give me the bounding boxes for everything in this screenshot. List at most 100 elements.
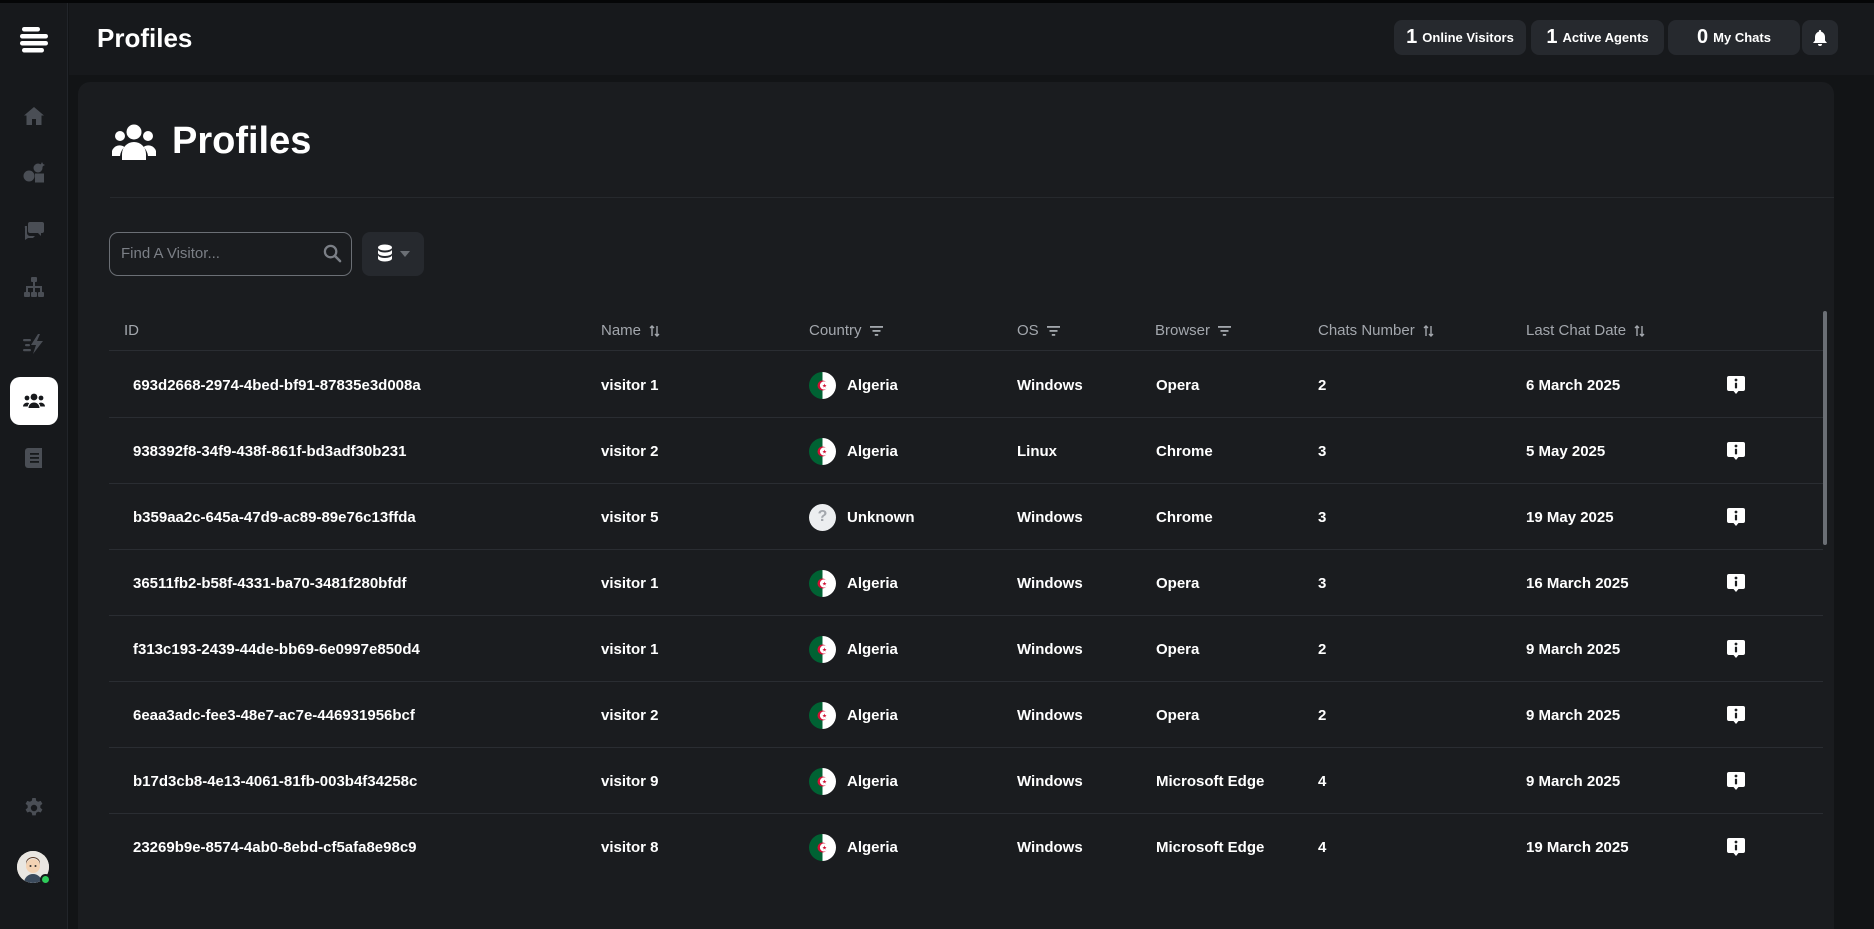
name-text: visitor 8 — [601, 838, 659, 856]
column-header-last-chat-date[interactable]: Last Chat Date — [1526, 322, 1645, 339]
chats-text: 4 — [1318, 838, 1327, 856]
column-header-browser[interactable]: Browser — [1155, 322, 1232, 339]
table-row[interactable]: 693d2668-2974-4bed-bf91-87835e3d008a vis… — [109, 352, 1823, 418]
browser-text: Opera — [1156, 640, 1200, 658]
browser-text: Chrome — [1156, 508, 1213, 526]
id-text: 36511fb2-b58f-4331-ba70-3481f280bfdf — [133, 574, 407, 592]
divider — [110, 197, 1834, 198]
visitor-name: visitor 2 — [601, 682, 659, 748]
visitor-name: visitor 5 — [601, 484, 659, 550]
visitor-info-button[interactable] — [1726, 616, 1746, 682]
database-icon — [377, 244, 392, 262]
chats-number: 2 — [1318, 352, 1326, 418]
country-text: Unknown — [847, 508, 915, 526]
visitor-info-button[interactable] — [1726, 814, 1746, 874]
chats-text: 4 — [1318, 772, 1327, 790]
last-chat-date: 6 March 2025 — [1526, 352, 1620, 418]
table-scrollbar[interactable] — [1823, 311, 1827, 545]
country-text: Algeria — [847, 376, 898, 394]
sidebar-item-profiles[interactable] — [10, 377, 58, 425]
sidebar-item-home[interactable] — [10, 92, 58, 140]
active-agents-count: 1 — [1546, 26, 1558, 48]
column-header-os[interactable]: OS — [1017, 322, 1060, 339]
table-row[interactable]: 23269b9e-8574-4ab0-8ebd-cf5afa8e98c9 vis… — [109, 814, 1823, 874]
visitor-info-button[interactable] — [1726, 550, 1746, 616]
algeria-flag-icon — [809, 833, 836, 861]
last-chat-date: 19 May 2025 — [1526, 484, 1614, 550]
user-avatar[interactable] — [17, 851, 51, 885]
my-chats-button[interactable]: 0 My Chats — [1668, 20, 1800, 55]
visitor-info-button[interactable] — [1726, 682, 1746, 748]
chats-number: 4 — [1318, 748, 1326, 814]
page-heading: Profiles — [112, 120, 311, 163]
visitor-browser: Chrome — [1156, 484, 1213, 550]
country-text: Algeria — [847, 640, 898, 658]
table-row[interactable]: b17d3cb8-4e13-4061-81fb-003b4f34258c vis… — [109, 748, 1823, 814]
visitor-browser: Opera — [1156, 352, 1199, 418]
id-text: b17d3cb8-4e13-4061-81fb-003b4f34258c — [133, 772, 418, 790]
sidebar — [0, 3, 68, 929]
visitor-id: 23269b9e-8574-4ab0-8ebd-cf5afa8e98c9 — [133, 814, 417, 874]
notifications-button[interactable] — [1802, 20, 1838, 55]
filter-icon — [1046, 325, 1060, 336]
chats-text: 2 — [1318, 640, 1327, 658]
info-chat-icon — [1727, 508, 1745, 526]
online-visitors-label: Online Visitors — [1422, 30, 1514, 45]
table-row[interactable]: f313c193-2439-44de-bb69-6e0997e850d4 vis… — [109, 616, 1823, 682]
database-dropdown-button[interactable] — [362, 232, 424, 276]
online-visitors-button[interactable]: 1 Online Visitors — [1394, 20, 1526, 55]
algeria-flag-icon — [809, 767, 836, 795]
last-chat-date: 9 March 2025 — [1526, 682, 1620, 748]
last-chat-date: 16 March 2025 — [1526, 550, 1629, 616]
visitor-name: visitor 9 — [601, 748, 659, 814]
visitor-info-button[interactable] — [1726, 484, 1746, 550]
sidebar-item-settings[interactable] — [10, 784, 58, 832]
last-chat-text: 9 March 2025 — [1526, 640, 1621, 658]
column-header-country[interactable]: Country — [809, 322, 883, 339]
browser-text: Opera — [1156, 376, 1200, 394]
table-row[interactable]: 6eaa3adc-fee3-48e7-ac7e-446931956bcf vis… — [109, 682, 1823, 748]
last-chat-text: 6 March 2025 — [1526, 376, 1621, 394]
algeria-flag-icon — [809, 437, 836, 465]
visitor-id: b17d3cb8-4e13-4061-81fb-003b4f34258c — [133, 748, 417, 814]
active-agents-label: Active Agents — [1562, 30, 1649, 45]
table-row[interactable]: b359aa2c-645a-47d9-ac89-89e76c13ffda vis… — [109, 484, 1823, 550]
column-label: Browser — [1155, 322, 1211, 339]
column-header-name[interactable]: Name — [601, 322, 660, 339]
sidebar-item-documents[interactable] — [10, 434, 58, 482]
sidebar-item-sitemap[interactable] — [10, 263, 58, 311]
visitor-info-button[interactable] — [1726, 418, 1746, 484]
visitor-info-button[interactable] — [1726, 352, 1746, 418]
sidebar-item-shapes[interactable] — [10, 149, 58, 197]
os-text: Windows — [1017, 772, 1083, 790]
os-text: Linux — [1017, 442, 1057, 460]
visitor-os: Windows — [1017, 814, 1083, 874]
country-text: Algeria — [847, 706, 898, 724]
visitor-country: Algeria — [809, 682, 898, 748]
country-text: Algeria — [847, 772, 898, 790]
visitor-country: Algeria — [809, 418, 898, 484]
visitor-os: Windows — [1017, 550, 1083, 616]
sidebar-item-chats[interactable] — [10, 206, 58, 254]
chats-text: 3 — [1318, 574, 1327, 592]
active-agents-button[interactable]: 1 Active Agents — [1531, 20, 1664, 55]
logo-icon[interactable] — [19, 25, 49, 55]
table-row[interactable]: 36511fb2-b58f-4331-ba70-3481f280bfdf vis… — [109, 550, 1823, 616]
visitor-os: Linux — [1017, 418, 1057, 484]
chats-icon — [24, 222, 44, 240]
last-chat-date: 9 March 2025 — [1526, 616, 1620, 682]
chats-number: 3 — [1318, 418, 1326, 484]
country-text: Algeria — [847, 442, 898, 460]
search-input[interactable] — [110, 233, 310, 273]
unknown-flag-icon: ? — [809, 503, 836, 531]
search-icon[interactable] — [323, 244, 342, 263]
os-text: Windows — [1017, 574, 1083, 592]
visitor-browser: Opera — [1156, 550, 1199, 616]
sidebar-item-automation[interactable] — [10, 320, 58, 368]
table-row[interactable]: 938392f8-34f9-438f-861f-bd3adf30b231 vis… — [109, 418, 1823, 484]
name-text: visitor 1 — [601, 640, 659, 658]
visitor-country: ? Unknown — [809, 484, 915, 550]
column-header-chats-number[interactable]: Chats Number — [1318, 322, 1434, 339]
chats-text: 3 — [1318, 508, 1327, 526]
visitor-info-button[interactable] — [1726, 748, 1746, 814]
